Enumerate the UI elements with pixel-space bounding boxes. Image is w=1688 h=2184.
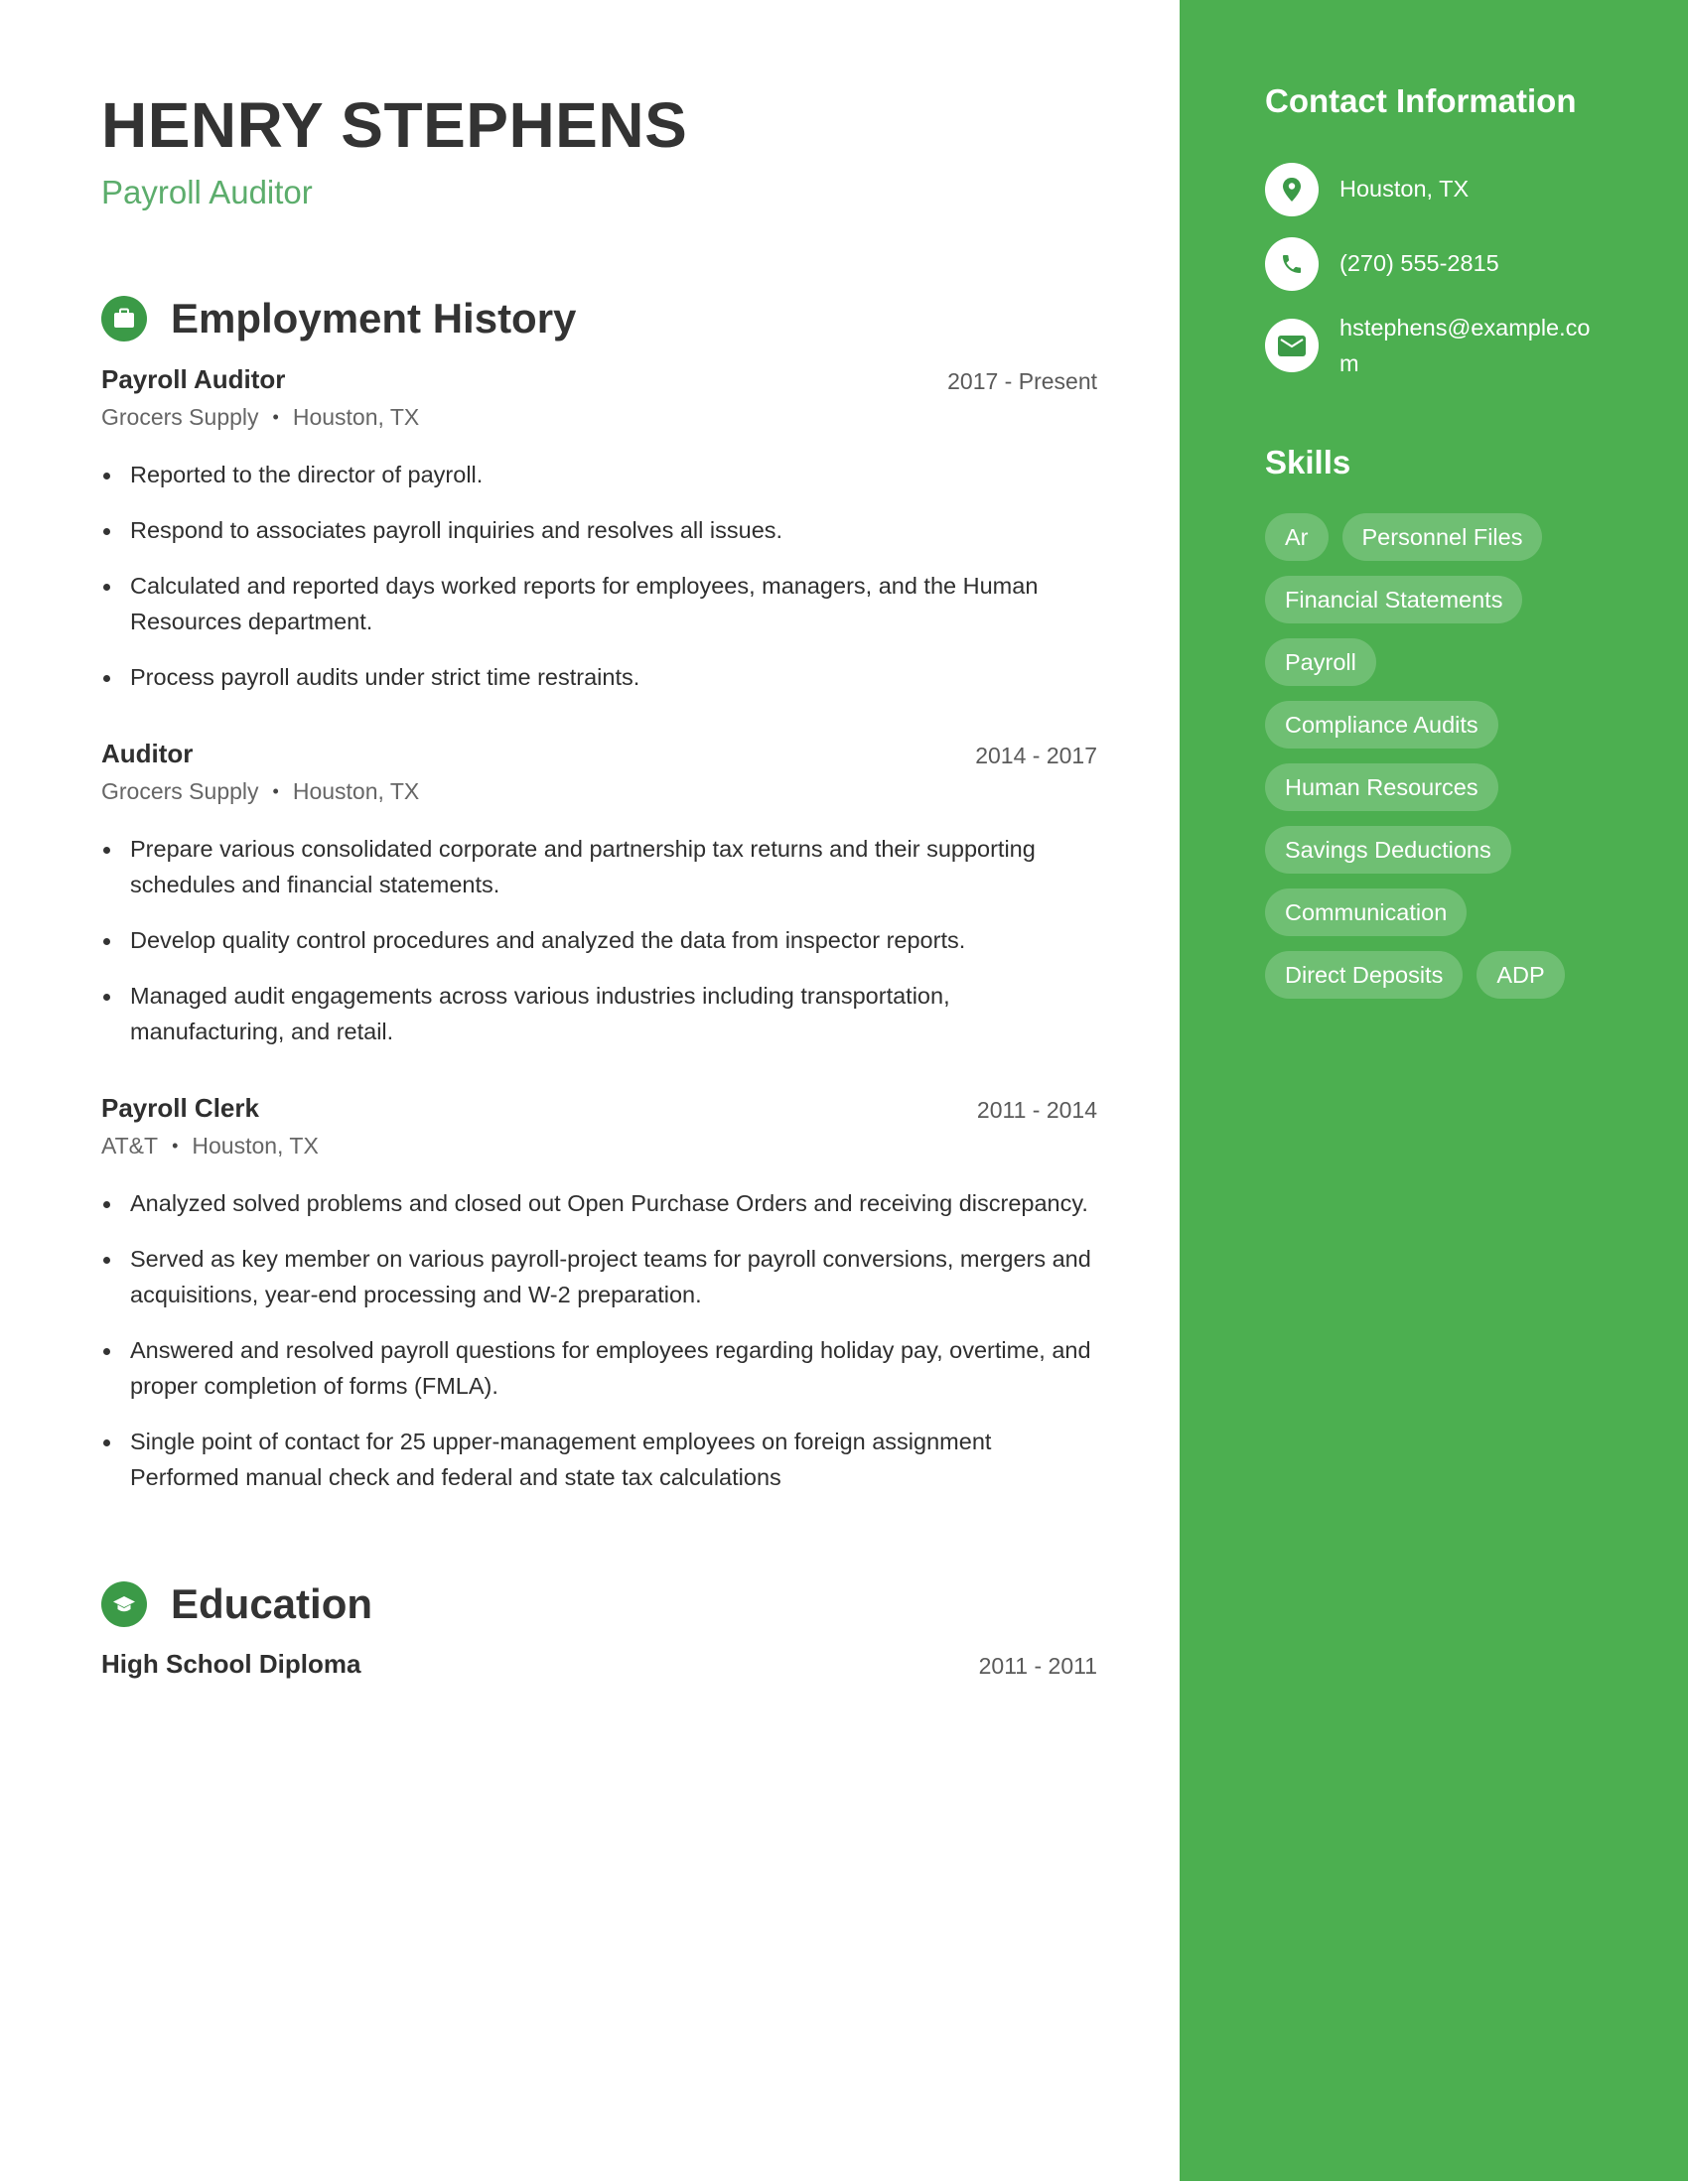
job-dates: 2011 - 2014 <box>976 1097 1097 1123</box>
job-entry: Auditor 2014 - 2017 Grocers Supply • Houst… <box>101 736 1097 1069</box>
job-bullet: Prepare various consolidated corporate a… <box>101 831 1097 902</box>
skill-chip: ADP <box>1477 951 1565 999</box>
skill-chip: Personnel Files <box>1341 513 1543 561</box>
skill-chip: Human Resources <box>1265 763 1498 811</box>
job-bullets: Prepare various consolidated corporate a… <box>101 831 1097 1049</box>
contact-phone-text: (270) 555-2815 <box>1339 250 1499 276</box>
job-bullet: Respond to associates payroll inquiries … <box>101 512 1097 548</box>
separator-dot: • <box>172 1136 179 1156</box>
job-bullet: Served as key member on various payroll-… <box>101 1241 1097 1312</box>
candidate-title: Payroll Auditor <box>101 174 313 210</box>
education-section-header: Education <box>101 1579 372 1629</box>
email-icon <box>1265 319 1319 372</box>
job-title: Auditor <box>101 739 194 768</box>
job-title: Payroll Auditor <box>101 364 286 394</box>
contact-location-text: Houston, TX <box>1339 176 1470 202</box>
contact-email-text: hstephens@example.com <box>1339 315 1591 376</box>
employment-section-header: Employment History <box>101 294 576 343</box>
job-bullet: Single point of contact for 25 upper-man… <box>101 1424 1097 1495</box>
employment-section-title: Employment History <box>171 295 577 341</box>
skills-heading: Skills <box>1265 444 1351 480</box>
separator-dot: • <box>272 781 279 801</box>
phone-icon <box>1265 237 1319 291</box>
separator-dot: • <box>272 407 279 427</box>
contact-location: Houston, TX <box>1265 163 1600 216</box>
skill-chip: Direct Deposits <box>1265 951 1464 999</box>
job-company: Grocers Supply <box>101 404 259 430</box>
graduation-cap-icon <box>101 1581 147 1627</box>
skill-chip: Savings Deductions <box>1265 826 1511 874</box>
job-bullet: Analyzed solved problems and closed out … <box>101 1185 1097 1221</box>
briefcase-icon <box>101 296 147 341</box>
education-dates: 2011 - 2011 <box>978 1653 1097 1679</box>
job-bullet: Reported to the director of payroll. <box>101 457 1097 492</box>
job-bullet: Calculated and reported days worked repo… <box>101 568 1097 639</box>
skill-chip: Ar <box>1265 513 1329 561</box>
contact-heading: Contact Information <box>1265 82 1577 119</box>
education-section-title: Education <box>171 1580 373 1627</box>
contact-phone: (270) 555-2815 <box>1265 237 1600 291</box>
job-dates: 2014 - 2017 <box>975 743 1097 768</box>
job-location: Houston, TX <box>292 778 420 804</box>
job-title: Payroll Clerk <box>101 1093 259 1123</box>
contact-email: hstephens@example.com <box>1265 310 1600 381</box>
skill-chip: Compliance Audits <box>1265 701 1498 749</box>
job-bullet: Managed audit engagements across various… <box>101 978 1097 1049</box>
job-company: Grocers Supply <box>101 778 259 804</box>
job-bullet: Answered and resolved payroll questions … <box>101 1332 1097 1404</box>
job-bullets: Analyzed solved problems and closed out … <box>101 1185 1097 1495</box>
skills-list: Ar Personnel Files Financial Statements … <box>1265 513 1622 999</box>
skill-chip: Communication <box>1265 888 1468 936</box>
job-dates: 2017 - Present <box>947 368 1097 394</box>
candidate-name: HENRY STEPHENS <box>101 89 688 161</box>
job-employer: Grocers Supply • Houston, TX <box>101 773 1097 809</box>
skill-chip: Payroll <box>1265 638 1376 686</box>
job-location: Houston, TX <box>292 404 420 430</box>
job-bullets: Reported to the director of payroll. Res… <box>101 457 1097 695</box>
job-entry: Payroll Auditor 2017 - Present Grocers S… <box>101 361 1097 715</box>
location-pin-icon <box>1265 163 1319 216</box>
education-entry: High School Diploma 2011 - 2011 <box>101 1646 1097 1682</box>
job-bullet: Develop quality control procedures and a… <box>101 922 1097 958</box>
skill-chip: Financial Statements <box>1265 576 1523 623</box>
job-employer: Grocers Supply • Houston, TX <box>101 399 1097 435</box>
job-location: Houston, TX <box>192 1133 319 1159</box>
job-company: AT&T <box>101 1133 159 1159</box>
job-employer: AT&T • Houston, TX <box>101 1128 1097 1163</box>
education-degree: High School Diploma <box>101 1649 361 1679</box>
job-bullet: Process payroll audits under strict time… <box>101 659 1097 695</box>
job-entry: Payroll Clerk 2011 - 2014 AT&T • Houston, … <box>101 1090 1097 1515</box>
sidebar: Contact Information Houston, TX (270) 55… <box>1180 0 1688 2181</box>
